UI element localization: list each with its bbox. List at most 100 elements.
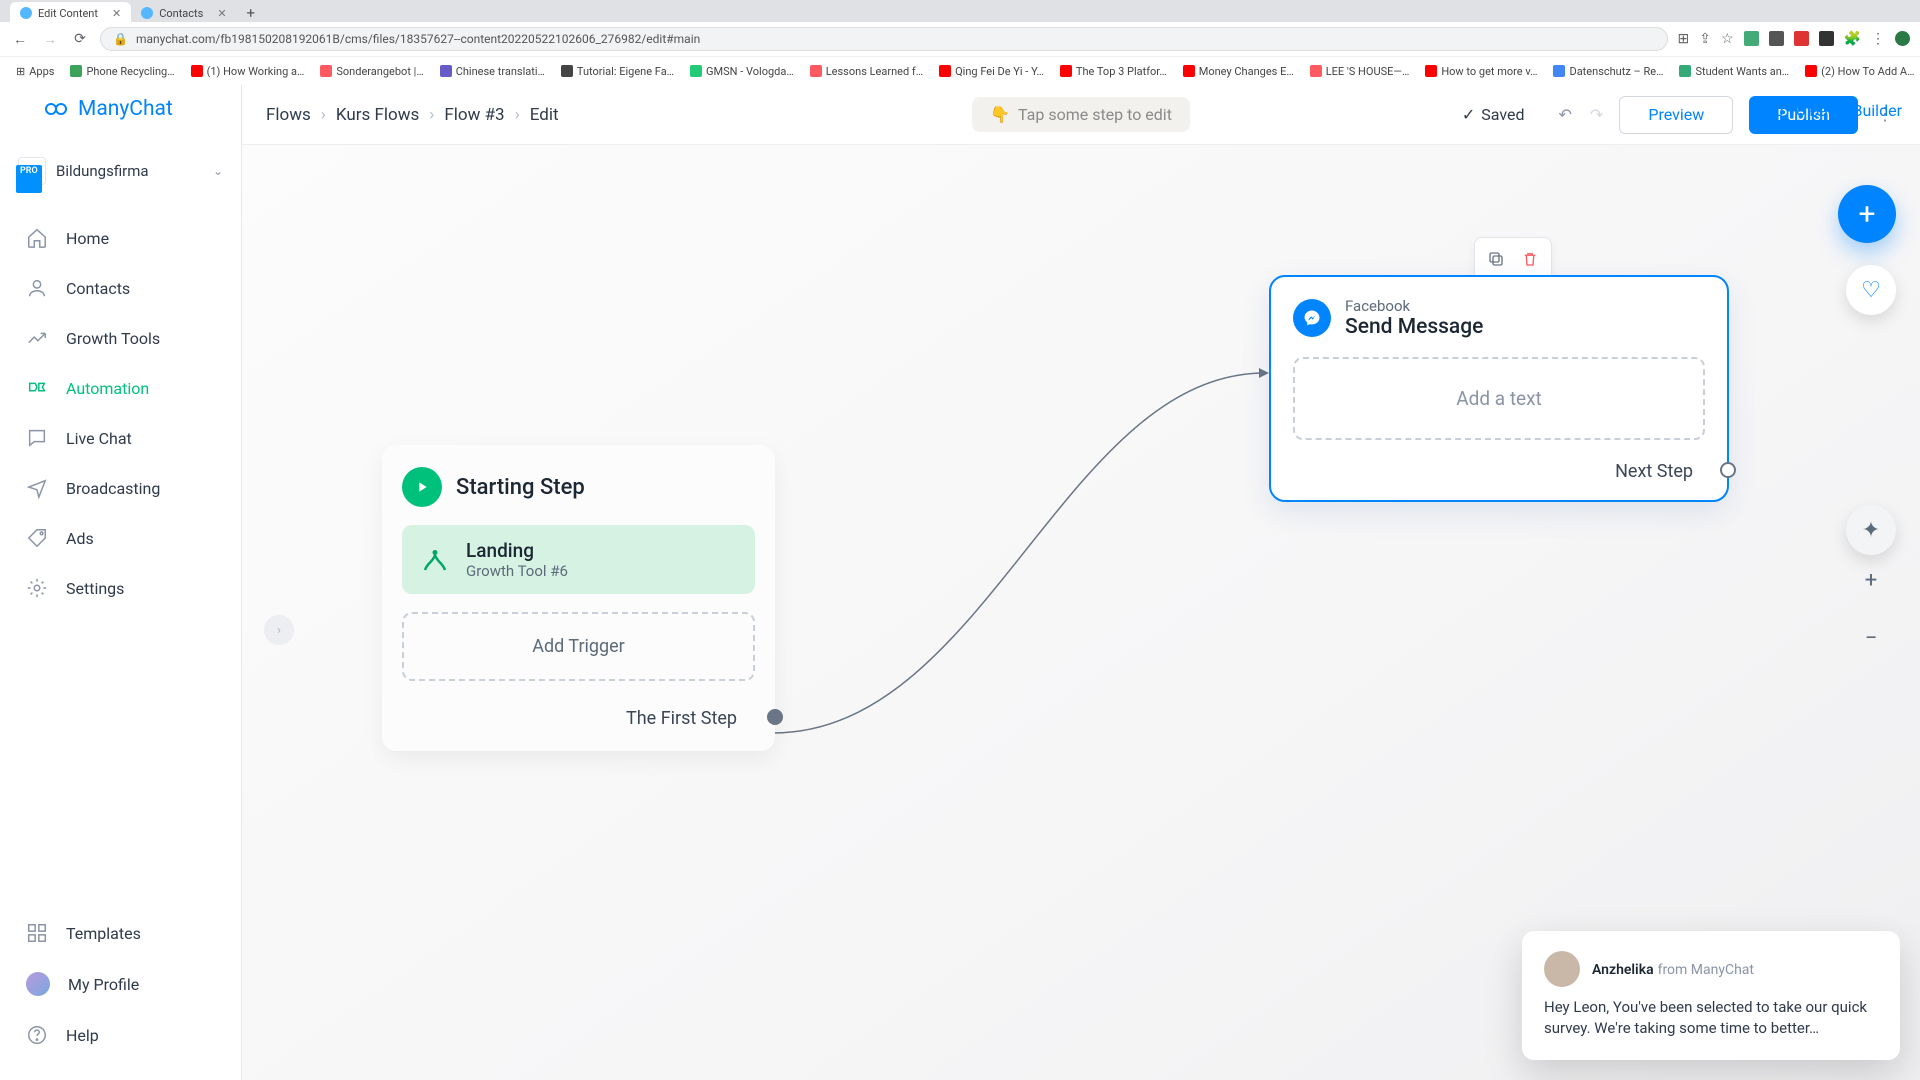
forward-button[interactable]: → [40,31,60,48]
translate-icon[interactable]: ⊞ [1678,31,1690,47]
star-icon[interactable]: ☆ [1721,31,1734,47]
bookmark-item[interactable]: Datenschutz – Re… [1547,63,1669,80]
browser-tab-0[interactable]: Edit Content ✕ [10,2,131,22]
bookmark-favicon-icon [440,65,452,77]
point-down-icon: 👇 [990,105,1010,124]
browser-tab-1[interactable]: Contacts ✕ [131,2,236,22]
growth-icon [26,327,48,349]
delete-button[interactable] [1515,244,1545,274]
chat-header: Anzhelika from ManyChat [1544,951,1878,987]
bookmark-item[interactable]: Sonderangebot |… [314,63,429,80]
browser-menu-icon[interactable]: ⋮ [1871,31,1885,47]
sidebar-item-my-profile[interactable]: My Profile [0,958,241,1010]
support-chat-popup[interactable]: Anzhelika from ManyChat Hey Leon, You've… [1522,931,1900,1061]
add-text-button[interactable]: Add a text [1293,357,1705,440]
brand-name: ManyChat [78,97,173,121]
close-icon[interactable]: ✕ [112,7,121,20]
sidebar-bottom: Templates My Profile Help [0,908,241,1080]
bookmark-item[interactable]: (2) How To Add A… [1799,63,1920,80]
bookmark-favicon-icon [810,65,822,77]
sidebar-item-live-chat[interactable]: Live Chat [0,413,241,463]
extension-icon[interactable] [1794,31,1809,46]
toolbar-icons: ⊞ ⇪ ☆ 🧩 ⋮ [1678,31,1910,47]
broadcast-icon [26,477,48,499]
landing-trigger[interactable]: Landing Growth Tool #6 [402,525,755,594]
bookmark-item[interactable]: The Top 3 Platfor… [1054,63,1173,80]
extension-icon[interactable] [1769,31,1784,46]
sidebar-item-automation[interactable]: Automation [0,363,241,413]
add-node-fab[interactable]: + [1838,185,1896,243]
send-message-header: Facebook Send Message [1293,297,1705,339]
auto-layout-fab[interactable]: ✦ [1846,505,1896,555]
url-field[interactable]: 🔒 manychat.com/fb198150208192061B/cms/fi… [100,27,1668,51]
url-text: manychat.com/fb198150208192061B/cms/file… [136,32,700,46]
tag-icon [26,527,48,549]
zoom-out-button[interactable]: − [1846,613,1896,663]
close-icon[interactable]: ✕ [217,7,226,20]
home-icon [26,227,48,249]
new-tab-button[interactable]: + [237,4,266,22]
extension-icon[interactable] [1744,31,1759,46]
bookmark-item[interactable]: Tutorial: Eigene Fa… [555,63,680,80]
sidebar-item-growth-tools[interactable]: Growth Tools [0,313,241,363]
bookmark-item[interactable]: Lessons Learned f… [804,63,929,80]
zoom-in-button[interactable]: + [1846,555,1896,605]
profile-avatar-icon[interactable] [1895,31,1910,46]
favicon-icon [20,7,32,19]
connector-out-port[interactable] [767,709,783,725]
brand-logo[interactable]: ManyChat [0,85,241,133]
plus-icon: + [1858,197,1875,232]
templates-icon [26,922,48,944]
chat-body: Hey Leon, You've been selected to take o… [1544,997,1878,1041]
sidebar-item-help[interactable]: Help [0,1010,241,1060]
add-trigger-button[interactable]: Add Trigger [402,612,755,681]
sidebar-item-contacts[interactable]: Contacts [0,263,241,313]
bookmark-item[interactable]: Phone Recycling… [64,63,180,80]
gear-icon [26,577,48,599]
send-message-card[interactable]: Facebook Send Message Add a text Next St… [1269,275,1729,502]
bookmark-item[interactable]: LEE 'S HOUSE—… [1304,63,1416,80]
tab-title: Edit Content [38,7,98,20]
bookmark-favicon-icon [690,65,702,77]
bookmarks-bar: ⊞Apps Phone Recycling… (1) How Working a… [0,56,1920,85]
tab-title: Contacts [159,7,203,20]
pro-badge: PRO [16,165,42,193]
duplicate-button[interactable] [1481,244,1511,274]
starting-step-card[interactable]: Starting Step Landing Growth Tool #6 Add… [382,445,775,751]
back-button[interactable]: ← [10,31,30,48]
lock-icon: 🔒 [113,32,128,46]
bookmark-favicon-icon [1060,65,1072,77]
bookmark-item[interactable]: Qing Fei De Yi - Y… [933,63,1050,80]
sidebar-item-broadcasting[interactable]: Broadcasting [0,463,241,513]
basic-builder-link[interactable]: Go To Basic Builder [1764,101,1902,120]
sidebar-item-home[interactable]: Home [0,213,241,263]
plus-icon: + [1865,568,1877,593]
canvas-hint: 👇Tap some step to edit [972,97,1190,132]
favorite-fab[interactable]: ♡ [1846,265,1896,315]
share-icon[interactable]: ⇪ [1699,31,1711,47]
bookmark-item[interactable]: (1) How Working a… [185,63,311,80]
chat-avatar-icon [1544,951,1580,987]
flow-canvas[interactable]: 👇Tap some step to edit Go To Basic Build… [242,85,1920,1080]
apps-button[interactable]: ⊞Apps [10,63,60,80]
canvas-collapse-button[interactable]: › [264,615,294,645]
sidebar-item-ads[interactable]: Ads [0,513,241,563]
account-selector[interactable]: PRO Bildungsfirma ⌄ [18,157,223,185]
sidebar-item-templates[interactable]: Templates [0,908,241,958]
wand-icon: ✦ [1862,518,1880,543]
bookmark-favicon-icon [1183,65,1195,77]
connector-line [765,313,1285,753]
bookmark-item[interactable]: Student Wants an… [1673,63,1795,80]
bookmark-item[interactable]: How to get more v… [1419,63,1543,80]
extension-icon[interactable] [1819,31,1834,46]
bookmark-item[interactable]: GMSN - Vologda… [684,63,800,80]
connector-out-port[interactable] [1720,462,1736,478]
extensions-icon[interactable]: 🧩 [1844,31,1861,47]
account-name: Bildungsfirma [56,162,203,180]
bookmark-item[interactable]: Money Changes E… [1177,63,1300,80]
sidebar-item-settings[interactable]: Settings [0,563,241,613]
bookmark-favicon-icon [70,65,82,77]
reload-button[interactable]: ⟳ [70,31,90,47]
address-bar-row: ← → ⟳ 🔒 manychat.com/fb198150208192061B/… [0,22,1920,56]
bookmark-item[interactable]: Chinese translati… [434,63,551,80]
